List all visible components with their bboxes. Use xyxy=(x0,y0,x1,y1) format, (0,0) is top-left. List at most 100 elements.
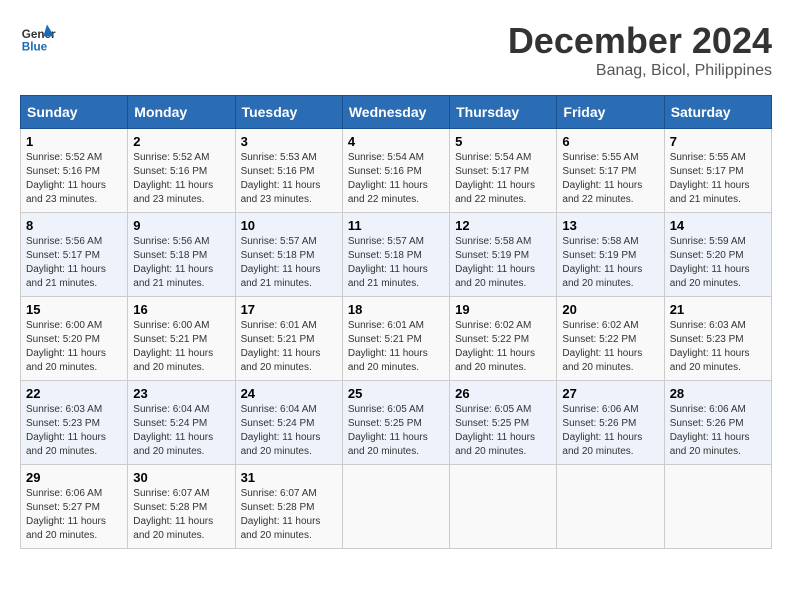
day-number: 27 xyxy=(562,386,658,401)
day-number: 20 xyxy=(562,302,658,317)
calendar-week-2: 8 Sunrise: 5:56 AMSunset: 5:17 PMDaylight… xyxy=(21,213,772,297)
day-number: 23 xyxy=(133,386,229,401)
calendar-week-1: 1 Sunrise: 5:52 AMSunset: 5:16 PMDaylight… xyxy=(21,129,772,213)
day-number: 11 xyxy=(348,218,444,233)
day-info: Sunrise: 5:56 AMSunset: 5:17 PMDaylight:… xyxy=(26,235,122,291)
day-number: 21 xyxy=(670,302,766,317)
calendar-cell: 24 Sunrise: 6:04 AMSunset: 5:24 PMDayligh… xyxy=(235,381,342,465)
day-info: Sunrise: 6:04 AMSunset: 5:24 PMDaylight:… xyxy=(241,403,337,459)
calendar-cell xyxy=(450,465,557,549)
day-number: 25 xyxy=(348,386,444,401)
calendar-cell: 10 Sunrise: 5:57 AMSunset: 5:18 PMDayligh… xyxy=(235,213,342,297)
logo-icon: General Blue xyxy=(20,20,56,56)
day-info: Sunrise: 5:55 AMSunset: 5:17 PMDaylight:… xyxy=(670,151,766,207)
calendar-cell: 29 Sunrise: 6:06 AMSunset: 5:27 PMDayligh… xyxy=(21,465,128,549)
calendar-cell: 8 Sunrise: 5:56 AMSunset: 5:17 PMDaylight… xyxy=(21,213,128,297)
calendar-cell: 26 Sunrise: 6:05 AMSunset: 5:25 PMDayligh… xyxy=(450,381,557,465)
day-number: 3 xyxy=(241,134,337,149)
day-info: Sunrise: 6:06 AMSunset: 5:27 PMDaylight:… xyxy=(26,487,122,543)
day-info: Sunrise: 6:05 AMSunset: 5:25 PMDaylight:… xyxy=(348,403,444,459)
day-number: 4 xyxy=(348,134,444,149)
title-block: December 2024 Banag, Bicol, Philippines xyxy=(508,20,772,80)
day-info: Sunrise: 5:57 AMSunset: 5:18 PMDaylight:… xyxy=(348,235,444,291)
calendar-cell xyxy=(664,465,771,549)
day-info: Sunrise: 6:07 AMSunset: 5:28 PMDaylight:… xyxy=(241,487,337,543)
day-number: 29 xyxy=(26,470,122,485)
day-number: 26 xyxy=(455,386,551,401)
day-number: 10 xyxy=(241,218,337,233)
day-info: Sunrise: 5:52 AMSunset: 5:16 PMDaylight:… xyxy=(26,151,122,207)
location-subtitle: Banag, Bicol, Philippines xyxy=(508,62,772,80)
header-saturday: Saturday xyxy=(664,96,771,129)
calendar-cell: 27 Sunrise: 6:06 AMSunset: 5:26 PMDayligh… xyxy=(557,381,664,465)
day-number: 31 xyxy=(241,470,337,485)
day-number: 8 xyxy=(26,218,122,233)
header-monday: Monday xyxy=(128,96,235,129)
calendar-cell xyxy=(342,465,449,549)
day-info: Sunrise: 6:06 AMSunset: 5:26 PMDaylight:… xyxy=(562,403,658,459)
calendar-cell: 6 Sunrise: 5:55 AMSunset: 5:17 PMDaylight… xyxy=(557,129,664,213)
logo: General Blue xyxy=(20,20,56,56)
day-number: 16 xyxy=(133,302,229,317)
day-info: Sunrise: 5:59 AMSunset: 5:20 PMDaylight:… xyxy=(670,235,766,291)
day-info: Sunrise: 5:54 AMSunset: 5:17 PMDaylight:… xyxy=(455,151,551,207)
header-sunday: Sunday xyxy=(21,96,128,129)
calendar-cell: 30 Sunrise: 6:07 AMSunset: 5:28 PMDayligh… xyxy=(128,465,235,549)
calendar-cell xyxy=(557,465,664,549)
day-number: 12 xyxy=(455,218,551,233)
calendar-cell: 1 Sunrise: 5:52 AMSunset: 5:16 PMDaylight… xyxy=(21,129,128,213)
day-number: 18 xyxy=(348,302,444,317)
header-tuesday: Tuesday xyxy=(235,96,342,129)
calendar-cell: 2 Sunrise: 5:52 AMSunset: 5:16 PMDaylight… xyxy=(128,129,235,213)
day-info: Sunrise: 6:01 AMSunset: 5:21 PMDaylight:… xyxy=(241,319,337,375)
day-info: Sunrise: 5:52 AMSunset: 5:16 PMDaylight:… xyxy=(133,151,229,207)
calendar-cell: 13Sunrise: 5:58 AMSunset: 5:19 PMDayligh… xyxy=(557,213,664,297)
day-number: 28 xyxy=(670,386,766,401)
day-number: 24 xyxy=(241,386,337,401)
day-number: 6 xyxy=(562,134,658,149)
day-number: 13 xyxy=(562,218,658,233)
calendar-cell: 22 Sunrise: 6:03 AMSunset: 5:23 PMDayligh… xyxy=(21,381,128,465)
calendar-table: SundayMondayTuesdayWednesdayThursdayFrid… xyxy=(20,95,772,549)
calendar-cell: 28Sunrise: 6:06 AMSunset: 5:26 PMDayligh… xyxy=(664,381,771,465)
day-info: Sunrise: 5:55 AMSunset: 5:17 PMDaylight:… xyxy=(562,151,658,207)
day-number: 5 xyxy=(455,134,551,149)
calendar-week-3: 15 Sunrise: 6:00 AMSunset: 5:20 PMDayligh… xyxy=(21,297,772,381)
day-number: 2 xyxy=(133,134,229,149)
day-info: Sunrise: 6:07 AMSunset: 5:28 PMDaylight:… xyxy=(133,487,229,543)
calendar-header-row: SundayMondayTuesdayWednesdayThursdayFrid… xyxy=(21,96,772,129)
day-number: 9 xyxy=(133,218,229,233)
day-number: 7 xyxy=(670,134,766,149)
calendar-cell: 15 Sunrise: 6:00 AMSunset: 5:20 PMDayligh… xyxy=(21,297,128,381)
header-friday: Friday xyxy=(557,96,664,129)
calendar-cell: 25 Sunrise: 6:05 AMSunset: 5:25 PMDayligh… xyxy=(342,381,449,465)
calendar-cell: 14 Sunrise: 5:59 AMSunset: 5:20 PMDayligh… xyxy=(664,213,771,297)
calendar-cell: 20 Sunrise: 6:02 AMSunset: 5:22 PMDayligh… xyxy=(557,297,664,381)
day-info: Sunrise: 6:05 AMSunset: 5:25 PMDaylight:… xyxy=(455,403,551,459)
day-number: 22 xyxy=(26,386,122,401)
calendar-cell: 17 Sunrise: 6:01 AMSunset: 5:21 PMDayligh… xyxy=(235,297,342,381)
day-info: Sunrise: 5:56 AMSunset: 5:18 PMDaylight:… xyxy=(133,235,229,291)
calendar-cell: 16Sunrise: 6:00 AMSunset: 5:21 PMDayligh… xyxy=(128,297,235,381)
calendar-cell: 12 Sunrise: 5:58 AMSunset: 5:19 PMDayligh… xyxy=(450,213,557,297)
day-info: Sunrise: 5:58 AMSunset: 5:19 PMDaylight:… xyxy=(455,235,551,291)
day-number: 30 xyxy=(133,470,229,485)
calendar-cell: 9 Sunrise: 5:56 AMSunset: 5:18 PMDaylight… xyxy=(128,213,235,297)
day-number: 15 xyxy=(26,302,122,317)
day-number: 17 xyxy=(241,302,337,317)
page-header: General Blue December 2024 Banag, Bicol,… xyxy=(20,20,772,80)
calendar-cell: 5 Sunrise: 5:54 AMSunset: 5:17 PMDaylight… xyxy=(450,129,557,213)
day-info: Sunrise: 5:57 AMSunset: 5:18 PMDaylight:… xyxy=(241,235,337,291)
calendar-week-4: 22 Sunrise: 6:03 AMSunset: 5:23 PMDayligh… xyxy=(21,381,772,465)
calendar-cell: 18Sunrise: 6:01 AMSunset: 5:21 PMDayligh… xyxy=(342,297,449,381)
day-number: 14 xyxy=(670,218,766,233)
calendar-cell: 19Sunrise: 6:02 AMSunset: 5:22 PMDayligh… xyxy=(450,297,557,381)
day-info: Sunrise: 6:02 AMSunset: 5:22 PMDaylight:… xyxy=(562,319,658,375)
calendar-cell: 4 Sunrise: 5:54 AMSunset: 5:16 PMDaylight… xyxy=(342,129,449,213)
day-info: Sunrise: 6:03 AMSunset: 5:23 PMDaylight:… xyxy=(26,403,122,459)
month-title: December 2024 xyxy=(508,20,772,62)
day-info: Sunrise: 6:00 AMSunset: 5:20 PMDaylight:… xyxy=(26,319,122,375)
calendar-cell: 21Sunrise: 6:03 AMSunset: 5:23 PMDayligh… xyxy=(664,297,771,381)
day-number: 1 xyxy=(26,134,122,149)
day-info: Sunrise: 5:54 AMSunset: 5:16 PMDaylight:… xyxy=(348,151,444,207)
